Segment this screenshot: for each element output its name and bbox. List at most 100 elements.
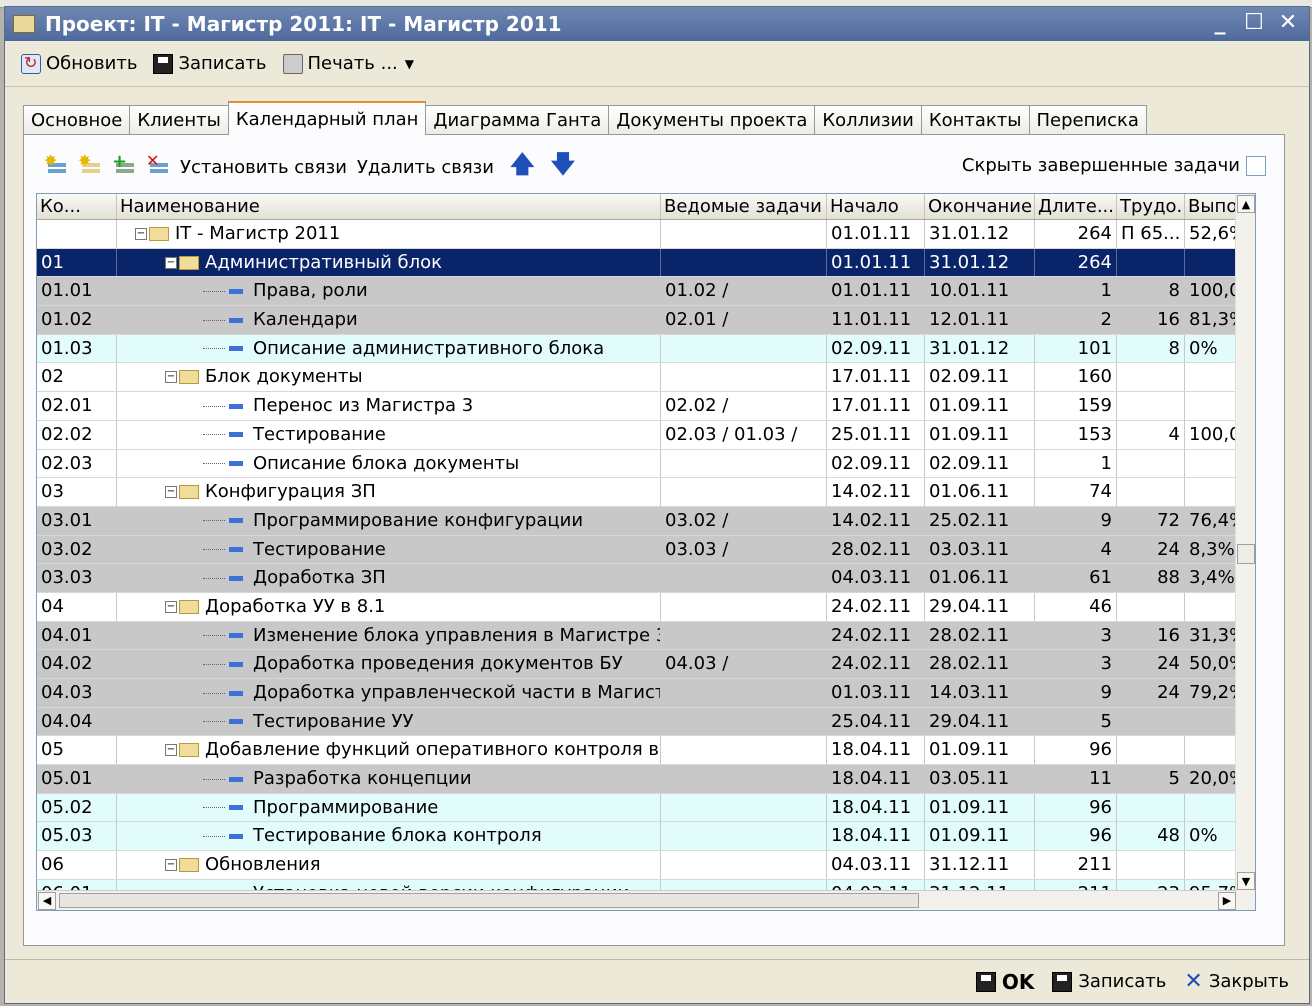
scroll-left-icon[interactable]: ◀ bbox=[38, 892, 56, 910]
refresh-button[interactable]: Обновить bbox=[15, 51, 143, 76]
minimize-button[interactable]: _ bbox=[1205, 11, 1235, 37]
task-icon bbox=[229, 432, 243, 438]
move-down-icon[interactable]: 🡇 bbox=[551, 147, 576, 188]
collapse-toggle-icon[interactable]: − bbox=[165, 859, 177, 872]
cell-dur: 5 bbox=[1035, 707, 1117, 736]
tab-6[interactable]: Коллизии bbox=[814, 105, 922, 135]
collapse-toggle-icon[interactable]: − bbox=[165, 371, 177, 384]
column-header-4[interactable]: Начало bbox=[827, 194, 925, 219]
collapse-toggle-icon[interactable]: − bbox=[135, 228, 147, 240]
table-row[interactable]: 04.01 Изменение блока управления в Магист… bbox=[37, 621, 1255, 651]
tree-line bbox=[203, 434, 225, 436]
cell-code: 01 bbox=[37, 248, 117, 277]
tasks-grid: Ко... Наименование Ведомые задачи Начало Око… bbox=[36, 193, 1256, 911]
cell-start: 01.01.11 bbox=[827, 248, 925, 277]
collapse-toggle-icon[interactable]: − bbox=[165, 256, 177, 269]
tab-7[interactable]: Контакты bbox=[920, 105, 1030, 135]
table-row[interactable]: 05.03 Тестирование блока контроля 18.04.11… bbox=[37, 822, 1255, 852]
cell-code: 02.01 bbox=[37, 392, 117, 420]
tab-1[interactable]: Основное bbox=[23, 105, 131, 135]
cell-deps bbox=[661, 707, 827, 736]
folder-icon bbox=[179, 858, 199, 873]
cell-start: 18.04.11 bbox=[827, 765, 925, 793]
table-row[interactable]: 03.02 Тестирование 03.03 /28.02.11 03.03.11… bbox=[37, 535, 1255, 565]
cell-deps bbox=[661, 765, 827, 793]
vertical-scroll-thumb[interactable] bbox=[1237, 544, 1255, 564]
scroll-down-icon[interactable]: ▼ bbox=[1237, 872, 1255, 890]
table-row[interactable]: 01.02 Календари 02.01 /11.01.11 12.01.11 2 16… bbox=[37, 306, 1255, 335]
cell-code: 01.01 bbox=[37, 277, 117, 306]
table-row[interactable]: 01.01 Права, роли 01.02 /01.01.11 10.01.11 1… bbox=[37, 277, 1255, 307]
table-row[interactable]: 02 − Блок документы 17.01.11 02.09.11 160 bbox=[37, 363, 1255, 393]
table-row[interactable]: 06 − Обновления 04.03.11 31.12.11 211 bbox=[37, 851, 1255, 880]
save-toolbar-button[interactable]: Записать bbox=[147, 51, 272, 76]
print-button[interactable]: Печать ... ▼ bbox=[277, 51, 421, 76]
cell-labor bbox=[1117, 851, 1185, 879]
cell-start: 24.02.11 bbox=[827, 621, 925, 650]
table-row[interactable]: 01 − Административный блок 01.01.11 31.01.12… bbox=[37, 248, 1255, 278]
print-label: Печать ... bbox=[307, 53, 398, 74]
column-header-7[interactable]: Трудо... bbox=[1117, 194, 1185, 219]
collapse-toggle-icon[interactable]: − bbox=[165, 600, 177, 613]
cell-labor: 16 bbox=[1117, 306, 1185, 334]
column-header-5[interactable]: Окончание bbox=[925, 194, 1035, 219]
table-row[interactable]: 05 − Добавление функций оперативного контр… bbox=[37, 736, 1255, 766]
tree-line bbox=[203, 319, 225, 321]
ok-button[interactable]: OK bbox=[975, 970, 1034, 994]
cell-dur: 3 bbox=[1035, 621, 1117, 650]
scroll-right-icon[interactable]: ▶ bbox=[1218, 892, 1236, 910]
table-row[interactable]: 02.03 Описание блока документы 02.09.11 02.… bbox=[37, 449, 1255, 479]
column-header-2[interactable]: Наименование bbox=[117, 194, 661, 219]
close-button[interactable]: ✕ Закрыть bbox=[1184, 969, 1289, 994]
tab-4[interactable]: Диаграмма Ганта bbox=[425, 105, 610, 135]
cell-dur: 96 bbox=[1035, 736, 1117, 765]
tab-2[interactable]: Клиенты bbox=[129, 105, 229, 135]
task-name-cell: Тестирование bbox=[117, 420, 661, 449]
cell-code: 06 bbox=[37, 851, 117, 879]
collapse-toggle-icon[interactable]: − bbox=[165, 486, 177, 499]
table-row[interactable]: 05.02 Программирование 18.04.11 01.09.11 96 bbox=[37, 793, 1255, 823]
column-header-6[interactable]: Длите... bbox=[1035, 194, 1117, 219]
horizontal-scrollbar[interactable]: ◀ ▶ bbox=[37, 890, 1237, 910]
cell-start: 18.04.11 bbox=[827, 793, 925, 822]
column-header-1[interactable]: Ко... bbox=[37, 194, 117, 219]
table-row[interactable]: 03.03 Доработка ЗП 04.03.11 01.06.11 61 88 3,4… bbox=[37, 564, 1255, 593]
move-up-icon[interactable]: 🡅 bbox=[510, 147, 535, 188]
horizontal-scroll-thumb[interactable] bbox=[59, 893, 919, 908]
column-header-3[interactable]: Ведомые задачи bbox=[661, 194, 827, 219]
save-button[interactable]: Записать bbox=[1052, 971, 1166, 992]
table-row[interactable]: 04.04 Тестирование УУ 25.04.11 29.04.11 5 bbox=[37, 707, 1255, 737]
add-group-icon[interactable]: ✸ bbox=[78, 151, 102, 179]
table-row[interactable]: 05.01 Разработка концепции 18.04.11 03.05.1… bbox=[37, 765, 1255, 794]
task-name-cell: Календари bbox=[117, 306, 661, 334]
cell-start: 01.01.11 bbox=[827, 277, 925, 306]
table-row[interactable]: − IT - Магистр 2011 01.01.11 31.01.12 264 П 6… bbox=[37, 220, 1255, 249]
add-subtask-icon[interactable]: + bbox=[112, 151, 136, 179]
tab-5[interactable]: Документы проекта bbox=[608, 105, 816, 135]
delete-task-icon[interactable]: ✕ bbox=[146, 151, 170, 179]
table-row[interactable]: 03.01 Программирование конфигурации 03.02 … bbox=[37, 506, 1255, 536]
table-row[interactable]: 03 − Конфигурация ЗП 14.02.11 01.06.11 74 bbox=[37, 478, 1255, 507]
maximize-button[interactable]: ☐ bbox=[1239, 11, 1269, 37]
vertical-scrollbar[interactable]: ▲ ▼ bbox=[1235, 194, 1255, 910]
set-links-button[interactable]: Установить связи bbox=[180, 157, 347, 178]
task-icon bbox=[229, 833, 243, 839]
tab-8[interactable]: Переписка bbox=[1028, 105, 1147, 135]
table-row[interactable]: 02.02 Тестирование 02.03 / 01.03 /25.01.11… bbox=[37, 420, 1255, 450]
hide-done-label: Скрыть завершенные задачи bbox=[961, 155, 1240, 176]
hide-done-checkbox[interactable] bbox=[1246, 155, 1266, 176]
table-row[interactable]: 04 − Доработка УУ в 8.1 24.02.11 29.04.11 46 bbox=[37, 592, 1255, 622]
task-icon bbox=[229, 805, 243, 811]
table-row[interactable]: 02.01 Перенос из Магистра 3 02.02 /17.01.1… bbox=[37, 392, 1255, 421]
table-row[interactable]: 01.03 Описание административного блока 02.… bbox=[37, 334, 1255, 364]
close-window-button[interactable]: ✕ bbox=[1273, 11, 1303, 37]
tab-3[interactable]: Календарный план bbox=[227, 101, 427, 135]
task-icon bbox=[229, 518, 243, 524]
table-row[interactable]: 04.02 Доработка проведения документов БУ 0… bbox=[37, 650, 1255, 679]
collapse-toggle-icon[interactable]: − bbox=[165, 744, 177, 757]
add-task-icon[interactable]: ✸ bbox=[44, 151, 68, 179]
cell-labor bbox=[1117, 392, 1185, 420]
delete-links-button[interactable]: Удалить связи bbox=[357, 157, 494, 178]
table-row[interactable]: 04.03 Доработка управленческой части в Ма… bbox=[37, 679, 1255, 708]
scroll-up-icon[interactable]: ▲ bbox=[1237, 195, 1255, 213]
